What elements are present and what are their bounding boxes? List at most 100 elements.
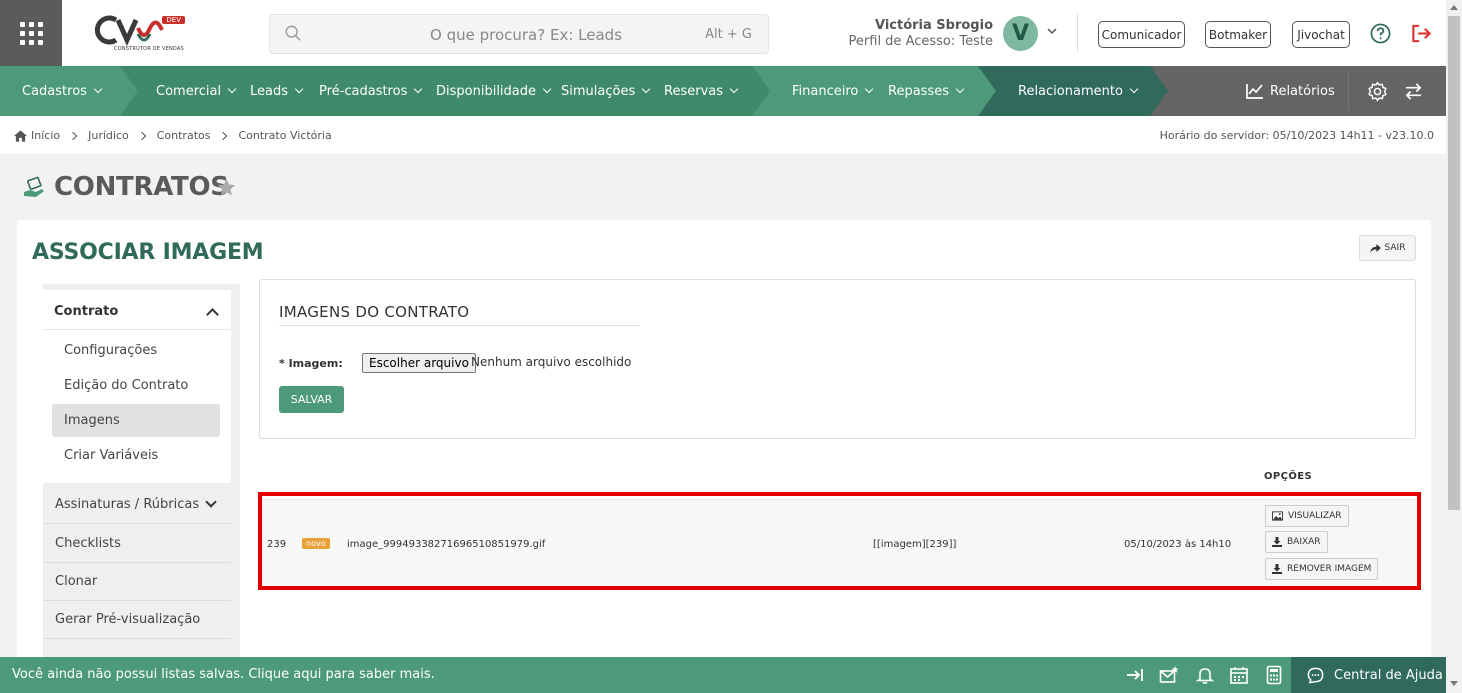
chevron-up-icon[interactable] — [206, 308, 219, 321]
divider — [1348, 72, 1349, 110]
user-name[interactable]: Victória Sbrogio — [875, 18, 993, 33]
chevron-right-icon — [68, 131, 78, 140]
nav-cadastros[interactable]: Cadastros — [22, 66, 103, 116]
nav-label: Simulações — [561, 83, 636, 99]
avatar[interactable]: V — [1003, 16, 1038, 51]
search-box[interactable]: O que procura? Ex: Leads Alt + G — [269, 14, 769, 54]
share-arrow-icon — [1369, 243, 1381, 253]
breadcrumb-current: Contrato Victória — [238, 129, 332, 142]
jivochat-button[interactable]: Jivochat — [1292, 21, 1350, 48]
save-button[interactable]: SALVAR — [279, 386, 344, 413]
nav-relatorios[interactable]: Relatórios — [1245, 66, 1335, 116]
chevron-down-icon — [1129, 84, 1139, 94]
cv-logo-icon — [94, 15, 164, 47]
gear-icon[interactable] — [1367, 81, 1388, 102]
mail-star-icon[interactable] — [1159, 665, 1179, 685]
search-shortcut: Alt + G — [705, 27, 752, 42]
chat-bubble-icon — [1307, 667, 1324, 684]
arrow-to-right-icon[interactable] — [1125, 665, 1145, 685]
divider — [279, 325, 640, 326]
bottom-bar: Você ainda não possui listas salvas. Cli… — [0, 657, 1446, 693]
nav-label: Comercial — [156, 83, 222, 99]
nav-reservas[interactable]: Reservas — [664, 66, 739, 116]
nav-comercial[interactable]: Comercial — [156, 66, 237, 116]
chevron-down-icon — [205, 496, 217, 508]
sidebar-section-title[interactable]: Contrato — [54, 304, 118, 319]
nav-leads[interactable]: Leads — [250, 66, 304, 116]
help-center-button[interactable]: Central de Ajuda — [1291, 657, 1446, 693]
sidebar-item-imagens[interactable]: Imagens — [52, 404, 220, 437]
page-scrollbar[interactable] — [1446, 0, 1462, 693]
choose-file-button[interactable]: Escolher arquivo — [362, 353, 476, 373]
brand-subtitle: CONSTRUTOR DE VENDAS — [114, 46, 184, 52]
chevron-down-icon — [294, 84, 304, 94]
page-title: CONTRATOS — [54, 172, 229, 202]
divider — [1077, 14, 1078, 52]
nav-label: Reservas — [664, 83, 723, 99]
upload-panel: IMAGENS DO CONTRATO * Imagem: Escolher a… — [259, 279, 1416, 439]
nav-label: Cadastros — [22, 83, 87, 99]
chevron-down-icon — [955, 84, 965, 94]
chevron-down-icon — [542, 84, 552, 94]
sidebar-item-pre-visualizacao[interactable]: Gerar Pré-visualização — [43, 601, 231, 639]
chevron-down-icon — [729, 84, 739, 94]
swap-icon[interactable] — [1404, 82, 1423, 101]
breadcrumb: Início Jurídico Contratos Contrato Victó… — [14, 129, 332, 142]
main-navbar: Cadastros Comercial Leads Pré-cadastros … — [0, 66, 1446, 116]
nav-relacionamento[interactable]: Relacionamento — [1018, 66, 1139, 116]
chevron-right-icon — [137, 131, 146, 140]
sidebar-item-label: Assinaturas / Rúbricas — [55, 497, 200, 512]
nav-label: Disponibilidade — [436, 83, 537, 99]
sidebar-item-checklists[interactable]: Checklists — [43, 525, 231, 563]
help-icon[interactable] — [1370, 23, 1391, 44]
breadcrumb-home[interactable]: Início — [31, 129, 60, 142]
calendar-icon[interactable] — [1229, 665, 1249, 685]
bell-icon[interactable] — [1195, 665, 1215, 685]
nav-simulacoes[interactable]: Simulações — [561, 66, 651, 116]
image-field-label: * Imagem: — [279, 357, 343, 370]
chevron-down-icon — [414, 84, 423, 94]
sidebar-item-edicao-contrato[interactable]: Edição do Contrato — [52, 369, 220, 402]
nav-label: Leads — [250, 83, 289, 99]
scroll-up-icon[interactable] — [1450, 5, 1458, 10]
logout-icon[interactable] — [1409, 23, 1433, 44]
main-card: ASSOCIAR IMAGEM SAIR Contrato Configuraç… — [17, 220, 1431, 660]
brand-logo[interactable]: DEV CONSTRUTOR DE VENDAS — [94, 14, 189, 56]
calculator-icon[interactable] — [1264, 665, 1284, 685]
nav-repasses[interactable]: Repasses — [888, 66, 965, 116]
apps-menu-button[interactable] — [0, 0, 62, 66]
server-time: Horário do servidor: 05/10/2023 14h11 - … — [1159, 129, 1434, 142]
sidebar: Contrato Configurações Edição do Contrat… — [43, 284, 240, 660]
home-icon[interactable] — [14, 129, 27, 142]
row-highlight-frame — [258, 492, 1421, 590]
star-icon[interactable] — [216, 177, 237, 198]
chevron-down-icon — [865, 84, 874, 94]
exit-label: SAIR — [1384, 243, 1406, 253]
breadcrumb-juridico[interactable]: Jurídico — [88, 129, 129, 142]
search-icon — [285, 25, 301, 41]
options-column-header: OPÇÕES — [1264, 471, 1313, 482]
sidebar-item-clonar[interactable]: Clonar — [43, 563, 231, 601]
breadcrumb-contratos[interactable]: Contratos — [157, 129, 211, 142]
top-header: DEV CONSTRUTOR DE VENDAS O que procura? … — [0, 0, 1446, 66]
saved-lists-message[interactable]: Você ainda não possui listas salvas. Cli… — [12, 667, 435, 682]
botmaker-button[interactable]: Botmaker — [1205, 21, 1271, 48]
grid-icon — [19, 21, 43, 45]
contract-hand-icon — [24, 176, 44, 197]
exit-button[interactable]: SAIR — [1359, 235, 1416, 261]
nav-label: Pré-cadastros — [319, 83, 408, 99]
nav-pre-cadastros[interactable]: Pré-cadastros — [319, 66, 423, 116]
comunicador-button[interactable]: Comunicador — [1098, 21, 1185, 48]
user-profile: Perfil de Acesso: Teste — [848, 34, 993, 49]
nav-financeiro[interactable]: Financeiro — [792, 66, 874, 116]
scroll-down-icon[interactable] — [1450, 681, 1458, 686]
sidebar-item-criar-variaveis[interactable]: Criar Variáveis — [52, 439, 220, 472]
nav-disponibilidade[interactable]: Disponibilidade — [436, 66, 552, 116]
nav-label: Relatórios — [1270, 83, 1335, 99]
sidebar-item-assinaturas[interactable]: Assinaturas / Rúbricas — [43, 486, 231, 524]
sidebar-item-configuracoes[interactable]: Configurações — [52, 334, 220, 367]
panel-title: IMAGENS DO CONTRATO — [279, 303, 470, 321]
chevron-down-icon[interactable] — [1046, 25, 1058, 37]
scroll-thumb[interactable] — [1448, 16, 1460, 510]
dev-badge: DEV — [162, 16, 185, 24]
